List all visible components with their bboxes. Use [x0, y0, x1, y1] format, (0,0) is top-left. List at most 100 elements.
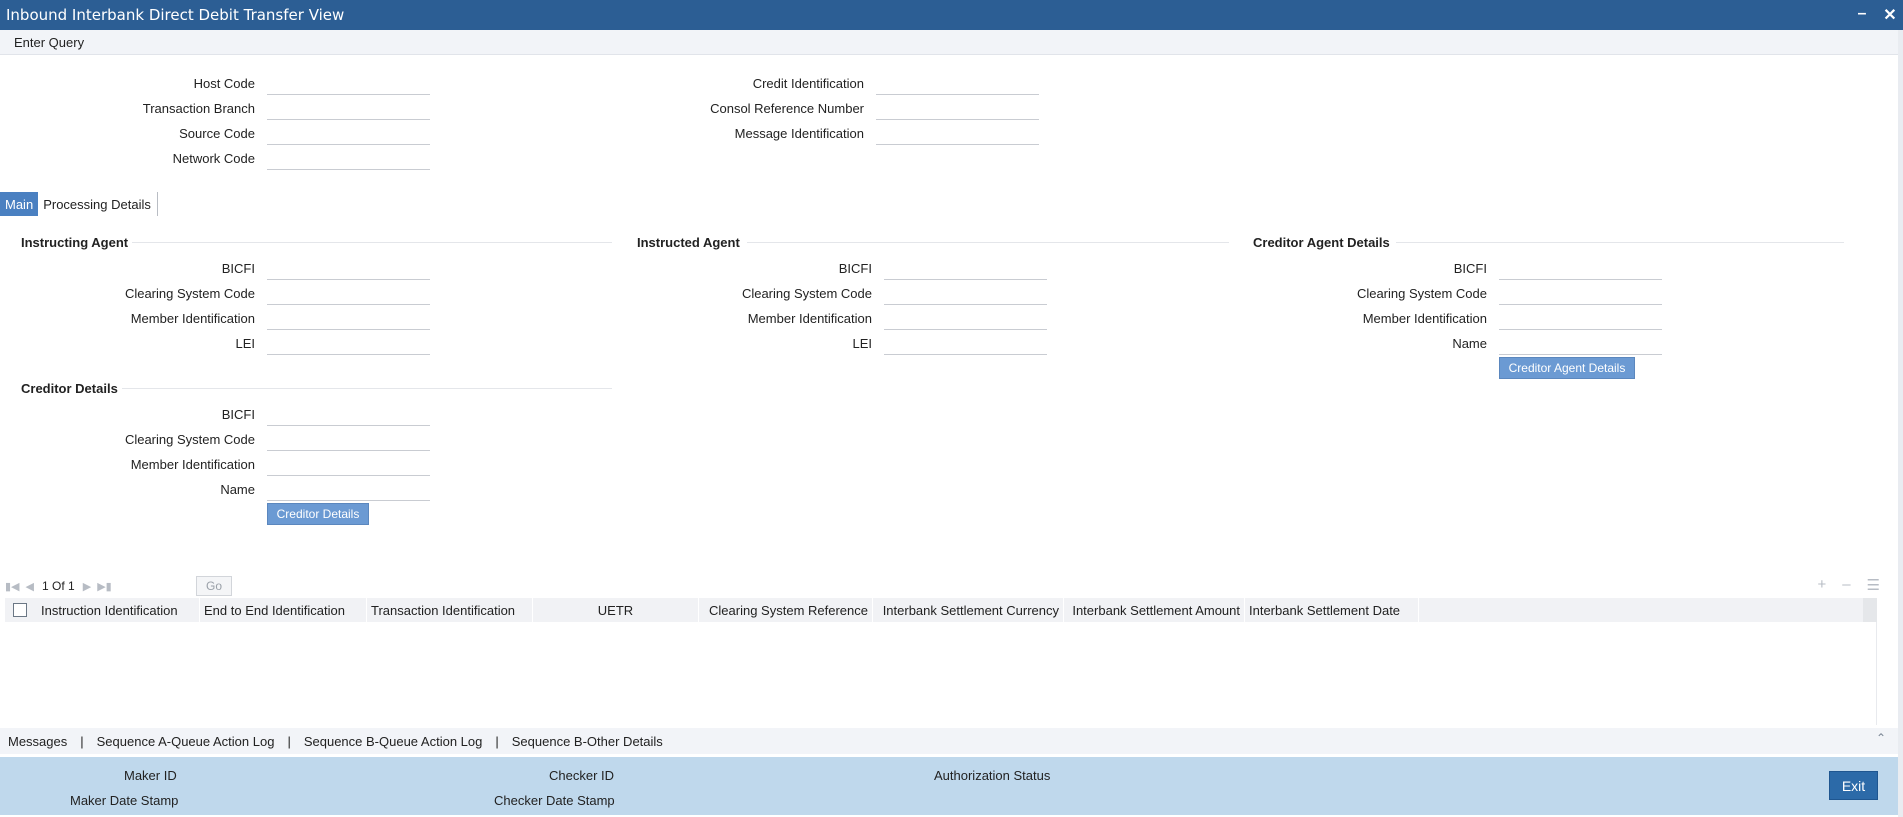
instructing-bicfi-input[interactable]: [267, 257, 430, 280]
creditor-member-identification-input[interactable]: [267, 453, 430, 476]
instructing-bicfi-row: BICFI: [0, 256, 430, 281]
creditor-agent-details-button[interactable]: Creditor Agent Details: [1499, 357, 1635, 379]
transaction-branch-label: Transaction Branch: [142, 101, 255, 116]
messages-link[interactable]: Messages: [8, 734, 67, 749]
creditor-agent-name-input[interactable]: [1499, 332, 1662, 355]
window-titlebar: Inbound Interbank Direct Debit Transfer …: [0, 0, 1903, 30]
creditor-bicfi-input[interactable]: [267, 403, 430, 426]
close-icon[interactable]: ✕: [1883, 5, 1897, 25]
select-all-checkbox[interactable]: [13, 603, 27, 617]
instructing-agent-title: Instructing Agent: [21, 235, 129, 250]
tab-processing-details[interactable]: Processing Details: [38, 192, 158, 216]
column-end-to-end-identification[interactable]: End to End Identification: [200, 598, 367, 622]
consol-reference-number-input[interactable]: [876, 97, 1039, 120]
go-button[interactable]: Go: [196, 576, 232, 596]
instructed-bicfi-row: BICFI: [616, 256, 1047, 281]
nav-separator: |: [495, 733, 499, 749]
column-interbank-settlement-date[interactable]: Interbank Settlement Date: [1245, 598, 1419, 622]
creditor-name-label: Name: [220, 482, 255, 497]
window-controls: – ✕: [1855, 5, 1897, 25]
creditor-agent-member-identification-input[interactable]: [1499, 307, 1662, 330]
creditor-clearing-system-code-input[interactable]: [267, 428, 430, 451]
sequence-b-queue-action-log-link[interactable]: Sequence B-Queue Action Log: [304, 734, 483, 749]
instructed-agent-divider: [747, 242, 1229, 243]
creditor-details-divider: [122, 388, 612, 389]
next-page-icon[interactable]: ▶: [83, 580, 91, 593]
column-transaction-identification[interactable]: Transaction Identification: [367, 598, 533, 622]
maker-id-label: Maker ID: [124, 768, 177, 783]
maker-date-stamp-label: Maker Date Stamp: [70, 793, 179, 808]
add-row-icon[interactable]: +: [1817, 576, 1826, 594]
nav-separator: |: [287, 733, 291, 749]
previous-page-icon[interactable]: ◀: [26, 580, 34, 593]
source-code-input[interactable]: [267, 122, 430, 145]
network-code-input[interactable]: [267, 147, 430, 170]
creditor-agent-details-divider: [1396, 242, 1844, 243]
total-pages: 1: [68, 579, 75, 593]
first-page-icon[interactable]: ▮◀: [5, 580, 20, 593]
source-code-label: Source Code: [179, 126, 255, 141]
instructing-clearing-system-code-label: Clearing System Code: [124, 286, 255, 301]
creditor-agent-name-label: Name: [1452, 336, 1487, 351]
message-identification-row: Message Identification: [600, 121, 1039, 146]
delete-row-icon[interactable]: –: [1842, 576, 1850, 594]
creditor-agent-clearing-system-code-row: Clearing System Code: [1232, 281, 1662, 306]
network-code-label: Network Code: [172, 151, 255, 166]
creditor-agent-member-identification-row: Member Identification: [1232, 306, 1662, 331]
authorization-status-label: Authorization Status: [934, 768, 1051, 783]
creditor-bicfi-label: BICFI: [221, 407, 255, 422]
window-frame-right: [1898, 30, 1903, 817]
instructing-clearing-system-code-input[interactable]: [267, 282, 430, 305]
grid-scrollbar[interactable]: [1863, 598, 1877, 622]
chevron-up-icon[interactable]: ⌃: [1876, 731, 1886, 745]
view-list-icon[interactable]: ☰: [1867, 576, 1880, 594]
last-page-icon[interactable]: ▶▮: [97, 580, 112, 593]
instructed-lei-input[interactable]: [884, 332, 1047, 355]
instructed-bicfi-input[interactable]: [884, 257, 1047, 280]
instructing-clearing-system-code-row: Clearing System Code: [0, 281, 430, 306]
credit-identification-label: Credit Identification: [752, 76, 864, 91]
creditor-agent-details-title: Creditor Agent Details: [1253, 235, 1390, 250]
instructed-lei-row: LEI: [616, 331, 1047, 356]
host-code-label: Host Code: [193, 76, 255, 91]
creditor-details-title: Creditor Details: [21, 381, 118, 396]
column-interbank-settlement-amount[interactable]: Interbank Settlement Amount: [1064, 598, 1245, 622]
instructed-member-identification-input[interactable]: [884, 307, 1047, 330]
creditor-clearing-system-code-row: Clearing System Code: [0, 427, 430, 452]
creditor-details-button[interactable]: Creditor Details: [267, 503, 369, 525]
column-uetr[interactable]: UETR: [533, 598, 699, 622]
minimize-icon[interactable]: –: [1855, 5, 1869, 25]
instructing-lei-row: LEI: [0, 331, 430, 356]
instructing-bicfi-label: BICFI: [221, 261, 255, 276]
instructed-bicfi-label: BICFI: [838, 261, 872, 276]
grid-pager: ▮◀ ◀ 1 Of 1 ▶ ▶▮ Go + – ☰: [5, 574, 1880, 598]
transaction-branch-input[interactable]: [267, 97, 430, 120]
tab-main[interactable]: Main: [0, 192, 39, 216]
enter-query-menu-item[interactable]: Enter Query: [14, 35, 84, 50]
credit-identification-row: Credit Identification: [600, 71, 1039, 96]
sequence-a-queue-action-log-link[interactable]: Sequence A-Queue Action Log: [97, 734, 275, 749]
credit-identification-input[interactable]: [876, 72, 1039, 95]
checker-id-label: Checker ID: [549, 768, 615, 783]
creditor-name-input[interactable]: [267, 478, 430, 501]
instructing-member-identification-input[interactable]: [267, 307, 430, 330]
column-interbank-settlement-currency[interactable]: Interbank Settlement Currency: [873, 598, 1064, 622]
instructing-lei-input[interactable]: [267, 332, 430, 355]
host-code-input[interactable]: [267, 72, 430, 95]
sequence-b-other-details-link[interactable]: Sequence B-Other Details: [512, 734, 663, 749]
nav-separator: |: [80, 733, 84, 749]
creditor-agent-bicfi-input[interactable]: [1499, 257, 1662, 280]
instructed-member-identification-row: Member Identification: [616, 306, 1047, 331]
instructed-clearing-system-code-row: Clearing System Code: [616, 281, 1047, 306]
creditor-agent-clearing-system-code-input[interactable]: [1499, 282, 1662, 305]
message-identification-input[interactable]: [876, 122, 1039, 145]
consol-reference-number-row: Consol Reference Number: [600, 96, 1039, 121]
creditor-clearing-system-code-label: Clearing System Code: [124, 432, 255, 447]
column-clearing-system-reference[interactable]: Clearing System Reference: [699, 598, 873, 622]
host-code-row: Host Code: [0, 71, 430, 96]
exit-button[interactable]: Exit: [1829, 771, 1878, 800]
bottom-navigation: Messages | Sequence A-Queue Action Log |…: [0, 728, 1898, 754]
grid-header: Instruction Identification End to End Id…: [5, 598, 1863, 622]
instructed-clearing-system-code-input[interactable]: [884, 282, 1047, 305]
column-instruction-identification[interactable]: Instruction Identification: [37, 598, 200, 622]
